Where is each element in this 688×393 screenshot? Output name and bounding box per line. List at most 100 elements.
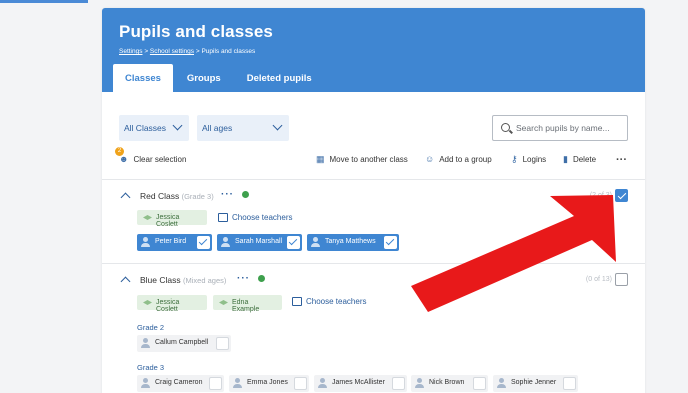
check-ok-icon [242, 191, 249, 198]
class-menu-button[interactable]: ··· [221, 190, 234, 200]
key-icon: ⚷ [511, 154, 518, 164]
breadcrumb-school-settings[interactable]: School settings [150, 48, 194, 55]
pupil-name: Callum Campbell [155, 339, 209, 346]
pupil-name: Craig Cameron [155, 379, 203, 386]
page-title: Pupils and classes [119, 22, 273, 41]
pupil-name: Sarah Marshall [235, 238, 283, 245]
class-grade: (Mixed ages) [183, 276, 227, 285]
filter-toolbar: All Classes All ages Search pupils by na… [119, 115, 628, 145]
pupil-name: Sophie Jenner [511, 379, 557, 386]
age-filter-select[interactable]: All ages [197, 115, 289, 141]
clear-selection-button[interactable]: ☻ 2 Clear selection [115, 147, 187, 164]
age-filter-value: All ages [202, 123, 233, 133]
pupil-checkbox[interactable] [384, 236, 397, 249]
pupil-avatar-icon [143, 378, 148, 383]
search-input[interactable]: Search pupils by name... [492, 115, 628, 141]
edit-icon [218, 213, 228, 222]
breadcrumb-separator: > [195, 48, 200, 55]
pupil-chip[interactable]: Peter Bird [137, 234, 212, 251]
class-select-checkbox[interactable] [615, 273, 628, 286]
pupil-checkbox[interactable] [287, 236, 300, 249]
class-name-text: Red Class [140, 191, 180, 201]
bulk-actions-bar: ☻ 2 Clear selection ▦ Move to another cla… [115, 147, 628, 170]
teacher-chip: Edna Example [213, 295, 282, 313]
divider [102, 179, 645, 180]
delete-label: Delete [572, 155, 597, 164]
pupil-chip[interactable]: Tanya Matthews [307, 234, 399, 251]
user-icon: ☻ 2 [115, 147, 128, 164]
class-menu-button[interactable]: ··· [237, 274, 250, 284]
breadcrumb-settings[interactable]: Settings [119, 48, 143, 55]
pupil-avatar-icon [417, 378, 422, 383]
class-grade: (Grade 3) [181, 192, 214, 201]
pupils-panel: Pupils and classes Settings > School set… [102, 8, 645, 393]
pupil-chip[interactable]: Craig Cameron [137, 375, 224, 392]
choose-teachers-link[interactable]: Choose teachers [292, 297, 366, 306]
pupil-chip[interactable]: Sarah Marshall [217, 234, 302, 251]
chevron-up-icon[interactable] [120, 192, 131, 203]
class-selected-count: (2 of 3) [589, 192, 612, 199]
pupil-checkbox[interactable] [563, 377, 576, 390]
class-filter-select[interactable]: All Classes [119, 115, 189, 141]
choose-teachers-link[interactable]: Choose teachers [218, 213, 292, 222]
teacher-name: Jessica Coslett [156, 214, 180, 228]
logins-label: Logins [522, 155, 547, 164]
class-header-blue: Blue Class (Mixed ages) ··· (0 of 13) [119, 273, 628, 289]
clear-selection-label: Clear selection [133, 154, 187, 164]
pupil-chip[interactable]: Callum Campbell [137, 335, 231, 352]
pupil-name: James McAllister [332, 379, 385, 386]
pupil-name: Tanya Matthews [325, 238, 376, 245]
graduation-cap-icon [143, 215, 152, 220]
move-class-button[interactable]: ▦ Move to another class [316, 154, 408, 165]
pupil-avatar-icon [143, 237, 148, 242]
move-class-icon: ▦ [316, 154, 325, 164]
teacher-name: Edna Example [232, 299, 260, 313]
chevron-up-icon[interactable] [120, 276, 131, 287]
tab-groups[interactable]: Groups [175, 64, 233, 92]
chevron-down-icon [272, 120, 283, 131]
add-to-group-button[interactable]: ☺ Add to a group [425, 154, 492, 164]
tab-bar: Classes Groups Deleted pupils [113, 64, 326, 92]
divider [102, 263, 645, 264]
pupil-chip[interactable]: James McAllister [314, 375, 407, 392]
tab-classes[interactable]: Classes [113, 64, 173, 92]
chevron-down-icon [172, 120, 183, 131]
pupil-avatar-icon [313, 237, 318, 242]
pupil-checkbox[interactable] [197, 236, 210, 249]
pupil-avatar-icon [499, 378, 504, 383]
group-icon: ☺ [425, 154, 435, 164]
class-select-checkbox[interactable] [615, 189, 628, 202]
pupil-checkbox[interactable] [209, 377, 222, 390]
breadcrumb-current: Pupils and classes [201, 48, 256, 55]
pupil-avatar-icon [143, 338, 148, 343]
pupil-chip[interactable]: Sophie Jenner [493, 375, 578, 392]
search-placeholder: Search pupils by name... [516, 123, 610, 133]
more-actions-button[interactable]: ··· [616, 154, 627, 166]
pupil-avatar-icon [235, 378, 240, 383]
pupil-name: Emma Jones [247, 379, 288, 386]
pupil-name: Peter Bird [155, 238, 187, 245]
breadcrumb: Settings > School settings > Pupils and … [119, 48, 628, 55]
class-filter-value: All Classes [124, 123, 167, 133]
teacher-name: Jessica Coslett [156, 299, 180, 313]
check-ok-icon [258, 275, 265, 282]
tab-deleted-pupils[interactable]: Deleted pupils [235, 64, 324, 92]
graduation-cap-icon [219, 300, 228, 305]
graduation-cap-icon [143, 300, 152, 305]
teacher-chip: Jessica Coslett [137, 295, 207, 313]
add-to-group-label: Add to a group [439, 154, 492, 164]
pupil-checkbox[interactable] [294, 377, 307, 390]
logins-button[interactable]: ⚷ Logins [511, 154, 546, 165]
pupil-checkbox[interactable] [216, 337, 229, 350]
selection-count-badge: 2 [115, 147, 124, 156]
edit-icon [292, 297, 302, 306]
pupil-avatar-icon [320, 378, 325, 383]
breadcrumb-separator: > [144, 48, 149, 55]
pupil-chip[interactable]: Nick Brown [411, 375, 488, 392]
page-header: Pupils and classes Settings > School set… [102, 8, 645, 92]
pupil-avatar-icon [223, 237, 228, 242]
delete-button[interactable]: ▮ Delete [563, 154, 596, 165]
pupil-checkbox[interactable] [392, 377, 405, 390]
pupil-checkbox[interactable] [473, 377, 486, 390]
pupil-chip[interactable]: Emma Jones [229, 375, 309, 392]
